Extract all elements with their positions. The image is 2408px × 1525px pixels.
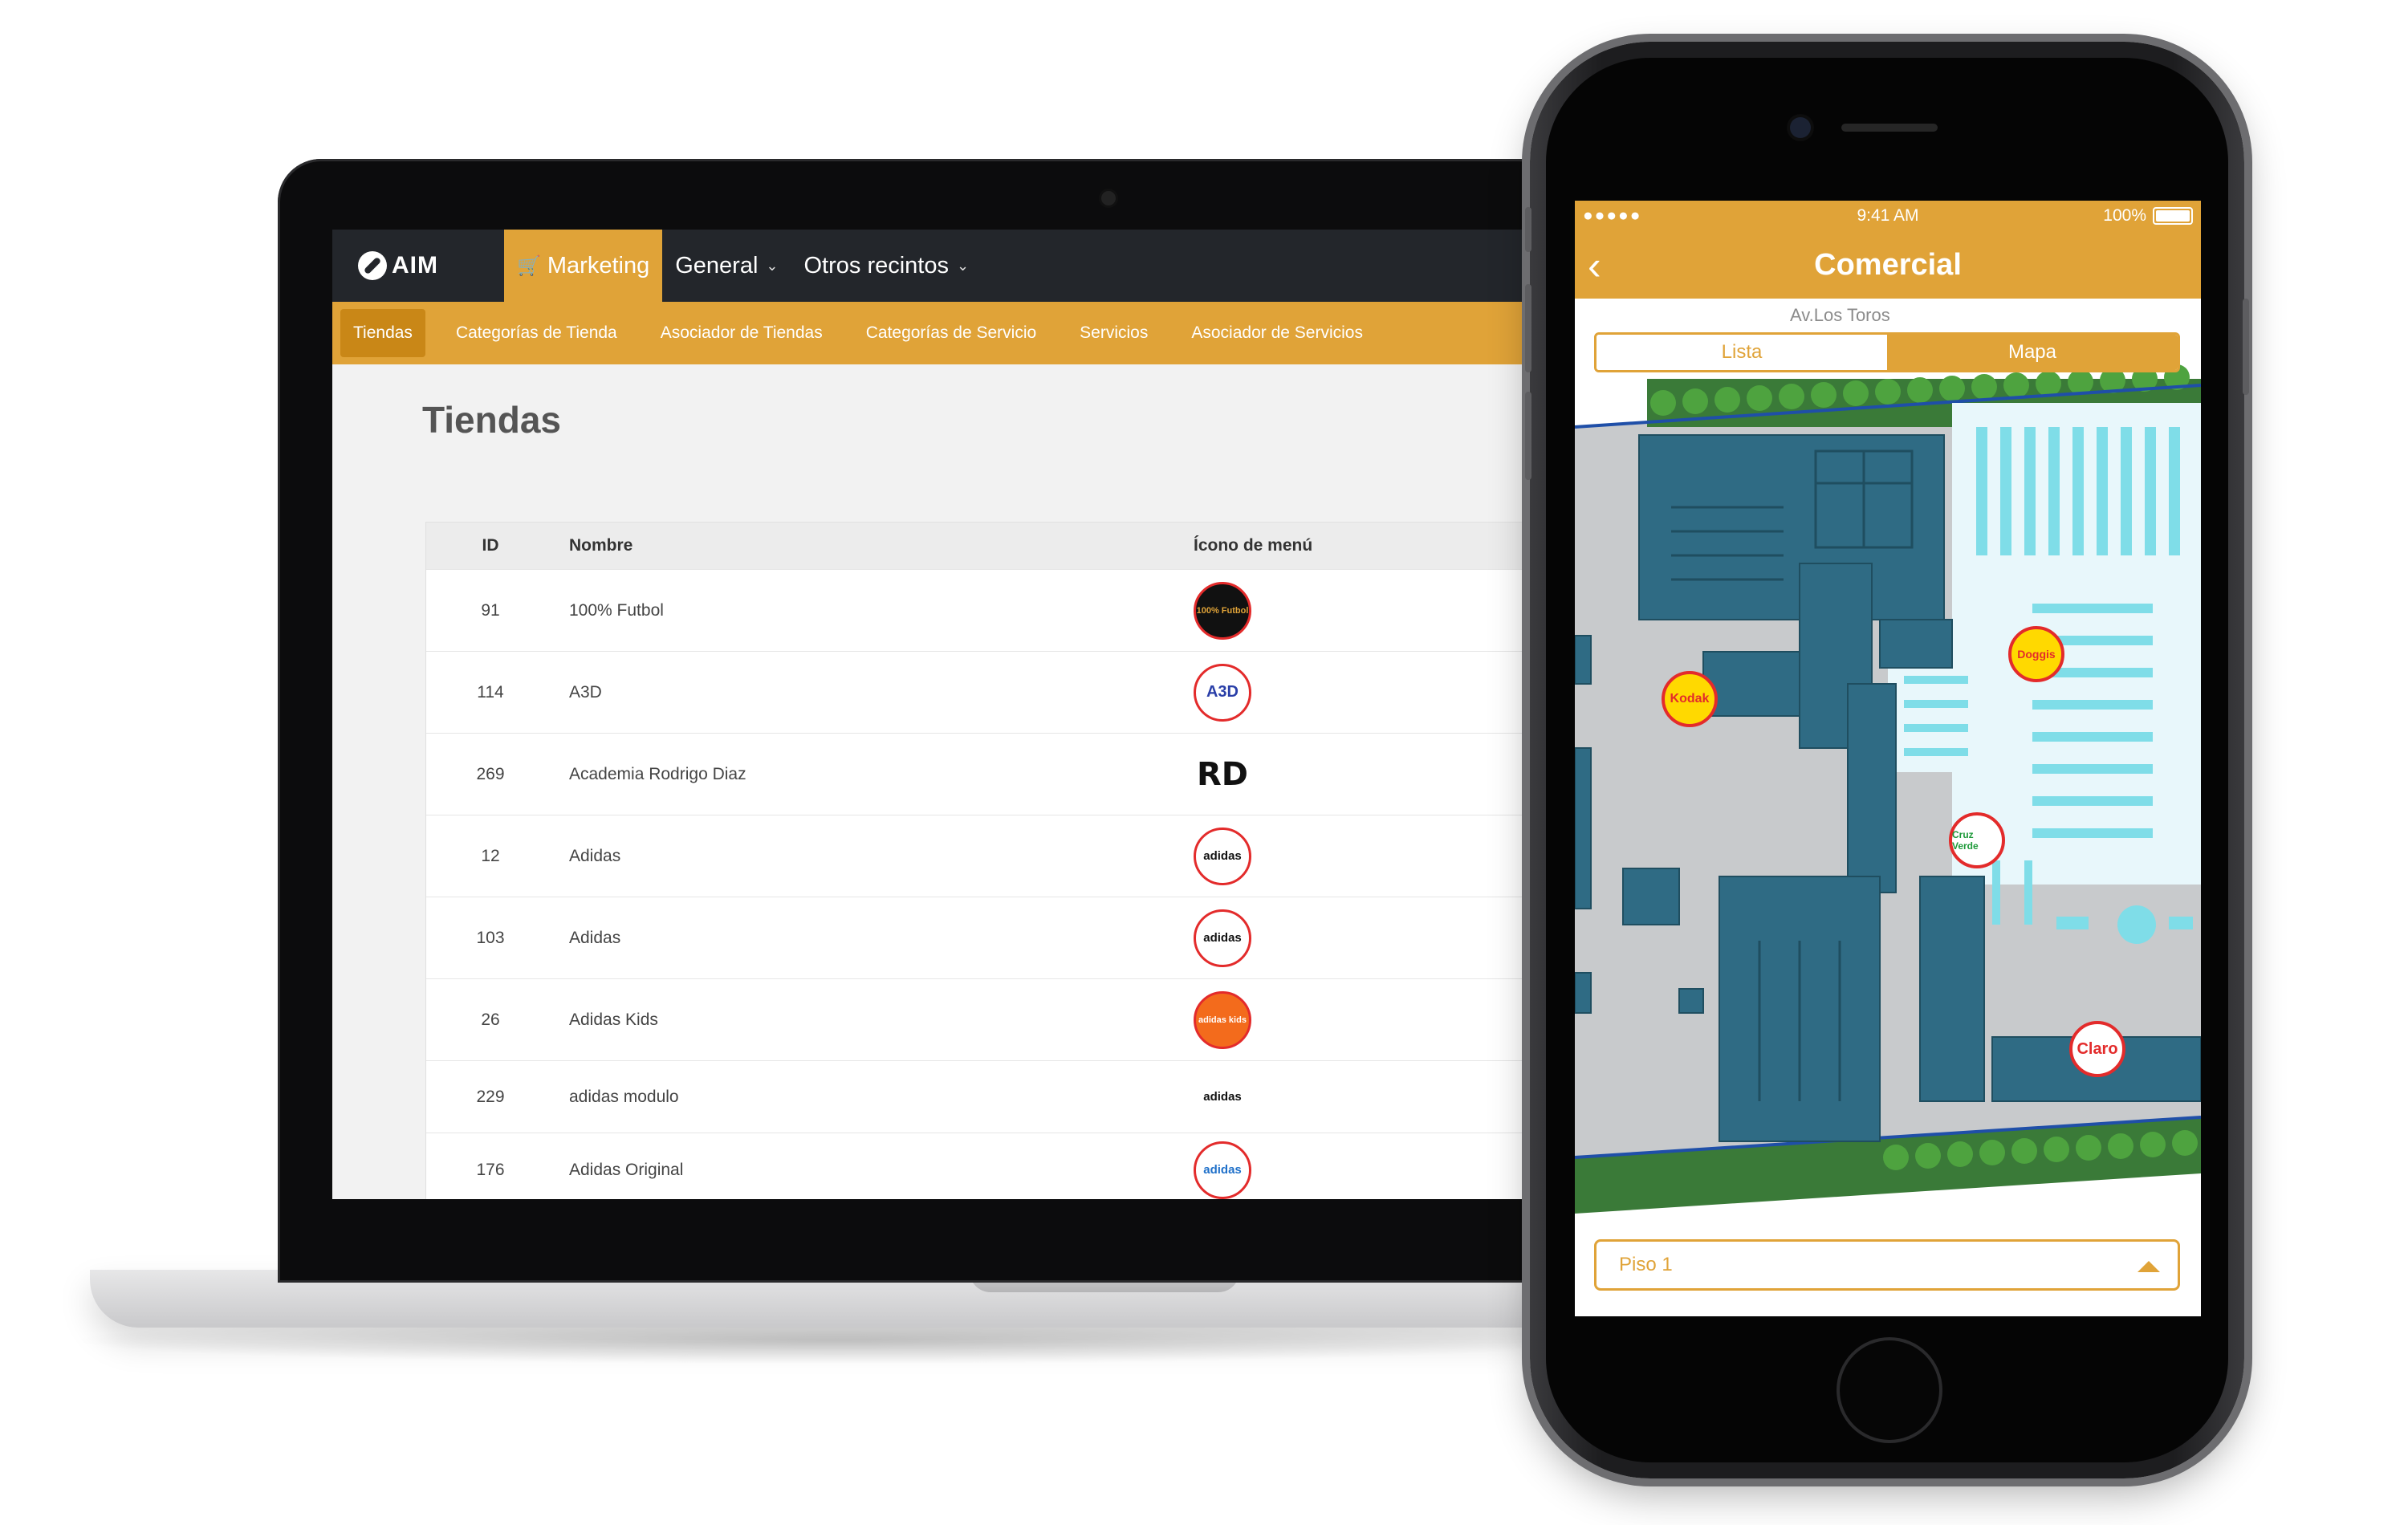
- subnav-asociador-servicios[interactable]: Asociador de Servicios: [1178, 309, 1376, 357]
- view-segmented-control: Lista Mapa: [1594, 332, 2180, 372]
- phone-title: Comercial: [1814, 247, 1962, 282]
- table-row[interactable]: 176 Adidas Original adidas: [426, 1133, 1617, 1199]
- segment-mapa[interactable]: Mapa: [1887, 335, 2178, 370]
- floor-select[interactable]: Piso 1: [1594, 1239, 2180, 1291]
- cell-id: 176: [476, 1160, 505, 1179]
- cart-icon: 🛒: [517, 254, 541, 277]
- claro-store-pin[interactable]: Claro: [2069, 1021, 2125, 1077]
- subnav-asociador-tiendas[interactable]: Asociador de Tiendas: [648, 309, 836, 357]
- street-label: Av.Los Toros: [1790, 305, 1890, 325]
- laptop-camera: [1101, 191, 1116, 205]
- cell-id: 103: [476, 928, 505, 947]
- table-row[interactable]: 103 Adidas adidas: [426, 897, 1617, 978]
- cruz-verde-store-pin[interactable]: Cruz Verde: [1949, 812, 2005, 868]
- floor-plan: [1575, 299, 2201, 1214]
- cell-icon: adidas: [1194, 827, 1434, 885]
- phone-volume-down: [1525, 392, 1531, 480]
- phone-screen: ●●●●● 9:41 AM 100% ‹ Comercial Av.Los To…: [1575, 201, 2201, 1316]
- phone-mute-switch: [1525, 207, 1531, 252]
- status-bar: ●●●●● 9:41 AM 100%: [1575, 201, 2201, 231]
- caret-up-icon: [2138, 1261, 2160, 1272]
- cell-name: Adidas Kids: [569, 1010, 658, 1029]
- col-id[interactable]: ID: [426, 536, 555, 555]
- phone-volume-up: [1525, 284, 1531, 372]
- subnav-categorias-servicio[interactable]: Categorías de Servicio: [853, 309, 1049, 357]
- table-row[interactable]: 269 Academia Rodrigo Diaz RD: [426, 733, 1617, 815]
- cell-name: A3D: [569, 682, 602, 702]
- page-title: Tiendas: [422, 399, 561, 441]
- cell-icon: adidas: [1194, 1068, 1434, 1126]
- earpiece-speaker: [1841, 124, 1938, 132]
- adidas-logo-icon: adidas: [1194, 827, 1251, 885]
- nav-marketing-label: Marketing: [547, 252, 650, 279]
- stores-table: ID Nombre Ícono de menú 91 100% Futbol 1…: [425, 522, 1617, 1199]
- cell-id: 269: [476, 764, 505, 783]
- back-chevron-icon[interactable]: ‹: [1588, 246, 1601, 286]
- nav-general-label: General: [675, 252, 759, 279]
- adidas-original-logo-icon: adidas: [1194, 1141, 1251, 1199]
- cell-icon: adidas: [1194, 909, 1434, 967]
- futbol-logo-icon: 100% Futbol: [1194, 581, 1251, 640]
- phone-navbar: ‹ Comercial: [1575, 231, 2201, 299]
- cell-icon: adidas kids: [1194, 990, 1434, 1049]
- table-row[interactable]: 26 Adidas Kids adidas kids: [426, 978, 1617, 1060]
- cell-id: 229: [476, 1087, 505, 1106]
- mall-map[interactable]: Av.Los Toros Lista Mapa Kodak Doggis Cru…: [1575, 299, 2201, 1214]
- chevron-down-icon: ⌄: [956, 257, 970, 274]
- cell-name: Adidas: [569, 928, 621, 947]
- nav-general[interactable]: General ⌄: [662, 230, 791, 302]
- chevron-down-icon: ⌄: [766, 257, 779, 274]
- doggis-store-pin[interactable]: Doggis: [2008, 626, 2064, 682]
- adidas-kids-logo-icon: adidas kids: [1194, 990, 1251, 1049]
- cell-id: 26: [481, 1010, 500, 1029]
- cell-icon: RD: [1194, 746, 1434, 803]
- rd-logo-icon: RD: [1196, 755, 1248, 793]
- cell-id: 91: [481, 600, 500, 620]
- cell-name: 100% Futbol: [569, 600, 664, 620]
- subnav-categorias-tienda[interactable]: Categorías de Tienda: [443, 309, 630, 357]
- col-nombre[interactable]: Nombre: [555, 536, 1194, 555]
- nav-otros-label: Otros recintos: [803, 252, 949, 279]
- front-camera: [1790, 117, 1811, 138]
- table-row[interactable]: 12 Adidas adidas: [426, 815, 1617, 897]
- table-row[interactable]: 114 A3D A3D: [426, 651, 1617, 733]
- battery-icon: [2153, 207, 2193, 225]
- table-row[interactable]: 229 adidas modulo adidas: [426, 1060, 1617, 1133]
- nav-otros-recintos[interactable]: Otros recintos ⌄: [791, 230, 982, 302]
- cell-icon: 100% Futbol: [1194, 581, 1434, 640]
- cell-id: 12: [481, 846, 500, 865]
- segment-lista[interactable]: Lista: [1597, 335, 1887, 370]
- cell-name: Adidas: [569, 846, 621, 865]
- col-icono[interactable]: Ícono de menú: [1194, 536, 1434, 555]
- nav-marketing[interactable]: 🛒 Marketing: [504, 230, 663, 302]
- adidas-logo-icon: adidas: [1203, 1090, 1242, 1104]
- floor-select-value: Piso 1: [1619, 1254, 1673, 1275]
- cell-icon: A3D: [1194, 663, 1434, 722]
- phone-power-button: [2243, 299, 2249, 395]
- cell-id: 114: [477, 682, 504, 702]
- adidas-logo-icon: adidas: [1194, 909, 1251, 967]
- kodak-store-pin[interactable]: Kodak: [1662, 671, 1718, 727]
- subnav-tiendas[interactable]: Tiendas: [340, 309, 425, 357]
- cell-name: adidas modulo: [569, 1087, 679, 1106]
- home-button[interactable]: [1840, 1340, 1939, 1440]
- compass-icon: [358, 251, 387, 280]
- top-navbar: AIM 🛒 Marketing General ⌄ Otros recintos…: [332, 230, 1617, 302]
- table-row[interactable]: 91 100% Futbol 100% Futbol: [426, 569, 1617, 651]
- battery-percent: 100%: [2103, 206, 2146, 225]
- app-logo[interactable]: AIM: [332, 230, 504, 302]
- logo-text: AIM: [392, 252, 438, 279]
- battery-indicator: 100%: [2103, 206, 2193, 226]
- cell-icon: adidas: [1194, 1141, 1434, 1199]
- a3d-logo-icon: A3D: [1194, 663, 1251, 722]
- table-header: ID Nombre Ícono de menú: [426, 523, 1617, 569]
- laptop-screen: AIM 🛒 Marketing General ⌄ Otros recintos…: [332, 230, 1617, 1199]
- subnav-servicios[interactable]: Servicios: [1067, 309, 1161, 357]
- cell-name: Academia Rodrigo Diaz: [569, 764, 746, 783]
- cell-name: Adidas Original: [569, 1160, 684, 1179]
- sub-navbar: Tiendas Categorías de Tienda Asociador d…: [332, 302, 1617, 364]
